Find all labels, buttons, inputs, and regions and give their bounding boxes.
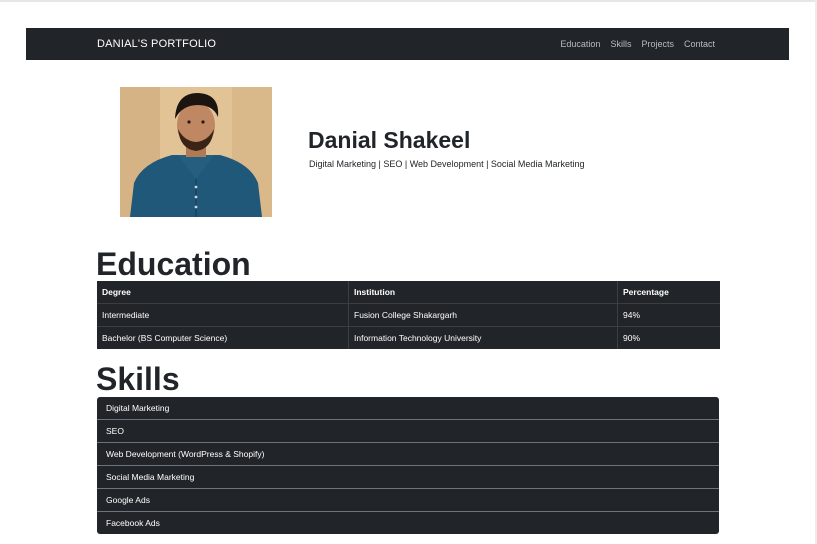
table-row: Bachelor (BS Computer Science) Informati… (97, 326, 720, 349)
list-item: Google Ads (97, 489, 719, 512)
education-heading: Education (96, 246, 251, 282)
brand-link[interactable]: DANIAL'S PORTFOLIO (97, 28, 216, 60)
column-header-degree: Degree (97, 281, 349, 304)
education-table: Degree Institution Percentage Intermedia… (97, 281, 720, 349)
percentage-cell: 94% (617, 303, 720, 327)
nav-link-education[interactable]: Education (560, 39, 600, 49)
skills-heading: Skills (96, 361, 180, 397)
degree-cell: Intermediate (97, 303, 349, 327)
nav-link-skills[interactable]: Skills (610, 39, 631, 49)
list-item: Social Media Marketing (97, 466, 719, 489)
institution-cell: Information Technology University (348, 326, 618, 349)
nav-link-contact[interactable]: Contact (684, 39, 715, 49)
profile-tagline: Digital Marketing | SEO | Web Developmen… (309, 159, 585, 169)
table-header-row: Degree Institution Percentage (97, 281, 720, 304)
column-header-institution: Institution (348, 281, 618, 304)
list-item: Web Development (WordPress & Shopify) (97, 443, 719, 466)
nav-link-projects[interactable]: Projects (641, 39, 674, 49)
profile-photo (120, 87, 272, 217)
percentage-cell: 90% (617, 326, 720, 349)
window-top-border (0, 0, 817, 2)
table-row: Intermediate Fusion College Shakargarh 9… (97, 303, 720, 327)
navbar: DANIAL'S PORTFOLIO Education Skills Proj… (26, 28, 789, 60)
skills-list: Digital Marketing SEO Web Development (W… (97, 397, 719, 534)
profile-name: Danial Shakeel (308, 127, 471, 153)
list-item: SEO (97, 420, 719, 443)
column-header-percentage: Percentage (617, 281, 720, 304)
list-item: Facebook Ads (106, 518, 160, 528)
degree-cell: Bachelor (BS Computer Science) (102, 333, 228, 343)
portfolio-page: DANIAL'S PORTFOLIO Education Skills Proj… (0, 0, 817, 544)
nav-links: Education Skills Projects Contact (560, 28, 715, 60)
list-item: Digital Marketing (97, 397, 719, 420)
institution-cell: Fusion College Shakargarh (348, 303, 618, 327)
